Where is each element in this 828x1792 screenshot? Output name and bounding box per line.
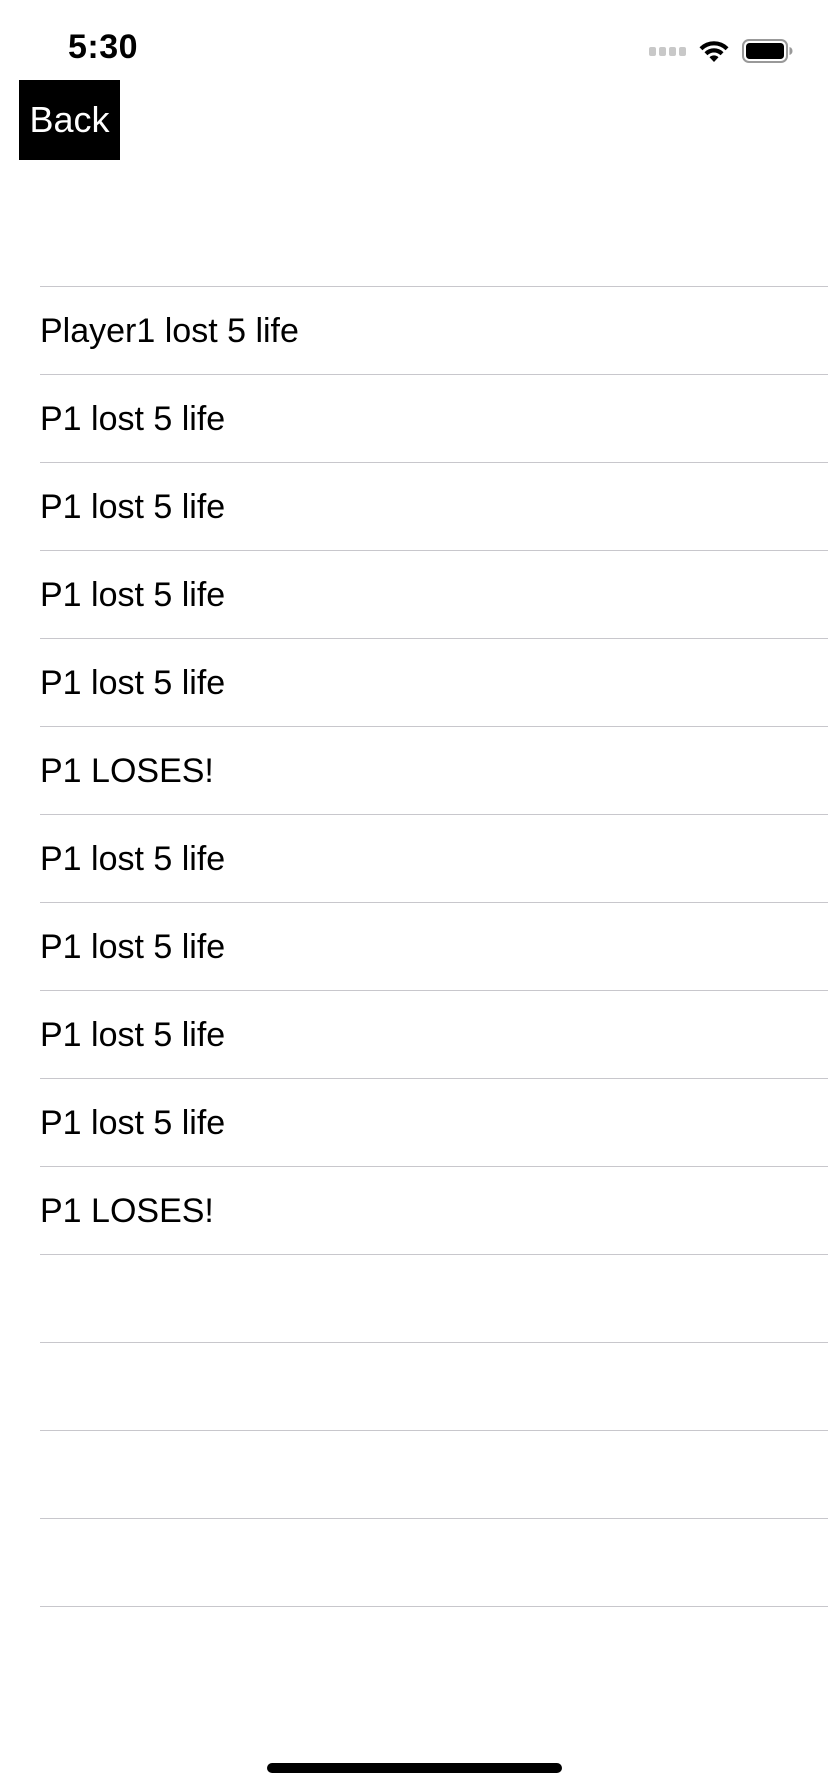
log-row-text: P1 lost 5 life — [40, 1015, 226, 1054]
log-row-text: P1 lost 5 life — [40, 927, 226, 966]
log-row-text: P1 LOSES! — [40, 751, 214, 790]
log-row-text: P1 lost 5 life — [40, 487, 226, 526]
status-time: 5:30 — [68, 28, 139, 66]
log-row[interactable]: P1 LOSES! — [40, 1167, 828, 1255]
log-row[interactable]: P1 lost 5 life — [40, 815, 828, 903]
log-row-text: Player1 lost 5 life — [40, 311, 299, 350]
status-icons — [649, 36, 794, 66]
log-row[interactable] — [40, 1255, 828, 1343]
log-row-text: P1 lost 5 life — [40, 575, 226, 614]
battery-icon — [742, 39, 793, 63]
log-row-text: P1 lost 5 life — [40, 1103, 226, 1142]
log-row-text: P1 lost 5 life — [40, 399, 226, 438]
log-row[interactable]: P1 LOSES! — [40, 727, 828, 815]
log-list: Player1 lost 5 life P1 lost 5 life P1 lo… — [40, 286, 828, 1607]
status-bar: 5:30 — [0, 0, 828, 90]
home-indicator[interactable] — [267, 1763, 562, 1773]
back-button[interactable]: Back — [19, 80, 120, 160]
log-row[interactable]: Player1 lost 5 life — [40, 287, 828, 375]
log-row-text: P1 lost 5 life — [40, 663, 226, 702]
log-row[interactable] — [40, 1519, 828, 1607]
log-row[interactable]: P1 lost 5 life — [40, 551, 828, 639]
log-row[interactable]: P1 lost 5 life — [40, 1079, 828, 1167]
log-row[interactable]: P1 lost 5 life — [40, 639, 828, 727]
wifi-icon — [699, 41, 729, 62]
log-row[interactable]: P1 lost 5 life — [40, 903, 828, 991]
log-row[interactable] — [40, 1343, 828, 1431]
log-row-text: P1 lost 5 life — [40, 839, 226, 878]
cellular-signal-icon — [649, 46, 686, 56]
log-row[interactable] — [40, 1431, 828, 1519]
log-row-text: P1 LOSES! — [40, 1191, 214, 1230]
log-row[interactable]: P1 lost 5 life — [40, 991, 828, 1079]
log-row[interactable]: P1 lost 5 life — [40, 375, 828, 463]
log-row[interactable]: P1 lost 5 life — [40, 463, 828, 551]
